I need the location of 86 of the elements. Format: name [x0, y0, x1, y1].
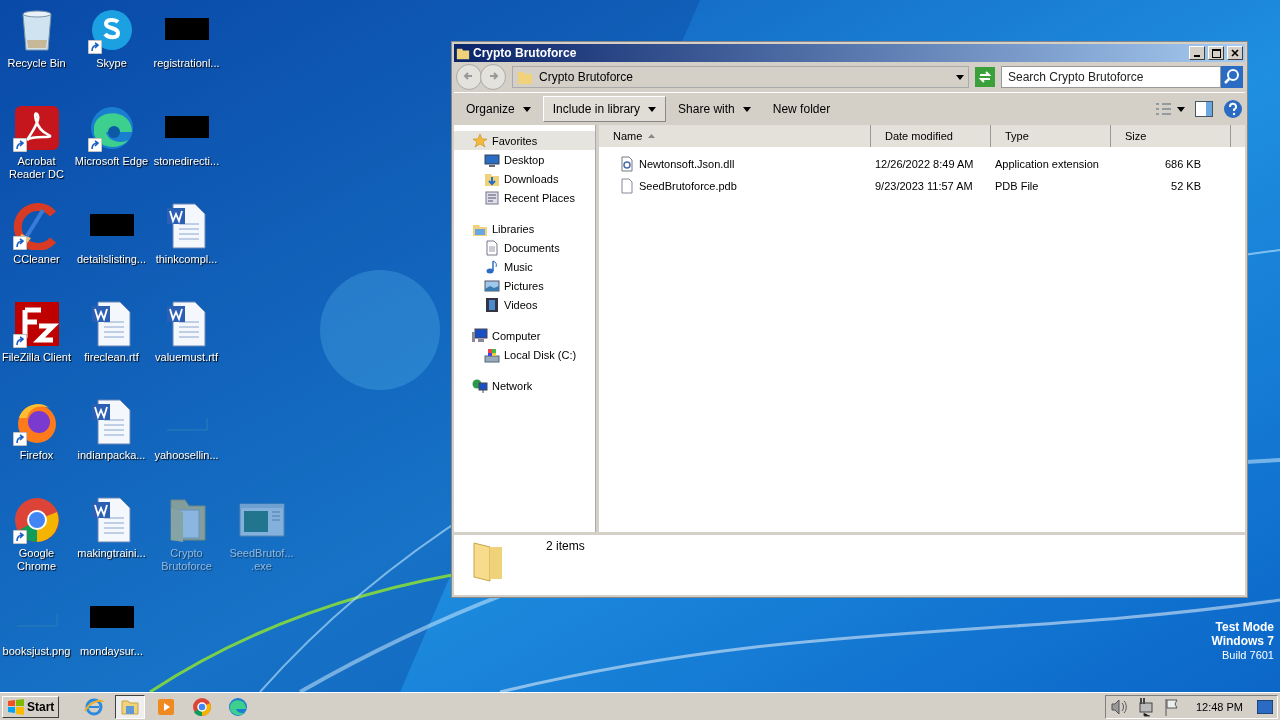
nav-item[interactable]: Local Disk (C:)	[454, 345, 595, 364]
icon-label: indianpacka...	[76, 449, 147, 462]
icon-label: Skype	[95, 57, 128, 70]
table-cell-text: 9/23/2023 11:57 AM	[874, 180, 974, 192]
computer-icon	[472, 327, 488, 344]
nav-item[interactable]: Network	[454, 376, 595, 395]
refresh-icon[interactable]	[975, 67, 995, 87]
show-desktop-icon[interactable]	[1257, 699, 1273, 714]
nav-item[interactable]: Music	[454, 257, 595, 276]
help-icon[interactable]	[1223, 99, 1243, 119]
folder-icon	[456, 46, 470, 60]
icon-label: mondaysur...	[79, 645, 144, 658]
icon-label: valuemust.rtf	[154, 351, 219, 364]
start-button[interactable]: Start	[2, 695, 60, 718]
desktop-icon	[484, 151, 500, 168]
documents-icon	[484, 239, 500, 256]
close-icon	[1231, 49, 1239, 57]
windows-logo	[7, 698, 25, 715]
icon-label: Firefox	[18, 449, 55, 462]
icon-label: CCleaner	[12, 253, 61, 266]
taskbar-folder-icon[interactable]	[115, 694, 146, 719]
search-field[interactable]: Search Crypto Brutoforce	[1001, 66, 1221, 88]
pictures-icon	[484, 277, 500, 294]
icon-label: detailslisting...	[75, 253, 148, 266]
caret-icon	[648, 106, 657, 112]
edge-icon[interactable]	[87, 104, 136, 152]
music-icon	[484, 258, 500, 275]
maximize-icon	[1211, 48, 1221, 58]
search-button[interactable]	[1221, 66, 1243, 88]
table-cell-text: Application extension	[994, 158, 1100, 170]
icon-label: fireclean.rtf	[83, 351, 140, 364]
file-icon	[619, 178, 635, 194]
nav-item[interactable]: Videos	[454, 295, 595, 314]
test-mode-text: Test Mode Windows 7 Build 7601	[1211, 620, 1274, 662]
star-icon	[472, 132, 488, 149]
caret-icon	[742, 106, 751, 112]
icon-label: booksjust.png	[1, 645, 72, 658]
icon-label: Recycle Bin	[6, 57, 67, 70]
minimize-button[interactable]	[1189, 46, 1205, 60]
videos-icon	[484, 296, 500, 313]
nav-item[interactable]: Libraries	[454, 219, 595, 238]
nav-item[interactable]: Pictures	[454, 276, 595, 295]
file-name[interactable]: SeedBrutoforce.pdb	[639, 180, 737, 192]
clock: 12:48 PM	[1195, 700, 1243, 713]
filezilla-icon[interactable]	[12, 300, 61, 348]
table-cell-text: PDB File	[994, 180, 1040, 192]
nav-item[interactable]: Documents	[454, 238, 595, 257]
acrobat-icon[interactable]	[12, 104, 61, 152]
toolbar-button[interactable]: New folder	[762, 96, 841, 122]
icon-label: stonedirecti...	[152, 155, 221, 168]
icon-label: Acrobat Reader DC	[8, 155, 65, 181]
close-button[interactable]	[1227, 46, 1243, 60]
maximize-button[interactable]	[1208, 46, 1224, 60]
table-cell-text: 686 KB	[1163, 158, 1201, 170]
icon-label: thinkcompl...	[154, 253, 219, 266]
icon-label: FileZilla Client	[0, 351, 73, 364]
icon-label: Crypto Brutoforce	[160, 547, 213, 573]
gear-file-icon	[619, 156, 635, 172]
table-cell-text: 52 KB	[1170, 180, 1201, 192]
nav-item[interactable]: Favorites	[454, 131, 595, 150]
network-icon	[472, 377, 488, 394]
toolbar-button[interactable]: Share with	[668, 96, 761, 122]
icon-label: makingtraini...	[76, 547, 147, 560]
preview-pane-icon[interactable]	[1195, 100, 1213, 118]
toolbar-button[interactable]: Include in library	[542, 96, 667, 122]
icon-label: SeedBrutof... .exe	[228, 547, 295, 573]
file-name[interactable]: Newtonsoft.Json.dll	[639, 158, 735, 170]
view-options-icon[interactable]	[1155, 101, 1185, 117]
recent-icon	[484, 189, 500, 206]
toolbar-button[interactable]: Organize	[456, 96, 541, 122]
sort-arrow-icon	[648, 134, 656, 138]
table-cell-text: 12/26/2022 8:49 AM	[874, 158, 975, 170]
nav-item[interactable]: Recent Places	[454, 188, 595, 207]
nav-item[interactable]: Desktop	[454, 150, 595, 169]
icon-label: registrationl...	[152, 57, 221, 70]
icon-label: Google Chrome	[15, 547, 58, 573]
nav-item[interactable]: Computer	[454, 326, 595, 345]
status-text: 2 items	[546, 539, 585, 555]
nav-item[interactable]: Downloads	[454, 169, 595, 188]
address-bar[interactable]: Crypto Brutoforce	[512, 66, 969, 88]
window-title: Crypto Brutoforce	[473, 46, 578, 60]
icon-label: Microsoft Edge	[74, 155, 149, 168]
chrome-icon[interactable]	[12, 496, 61, 544]
icon-label: yahoosellin...	[153, 449, 220, 462]
caret-icon	[522, 106, 531, 112]
disk-icon	[484, 346, 500, 363]
